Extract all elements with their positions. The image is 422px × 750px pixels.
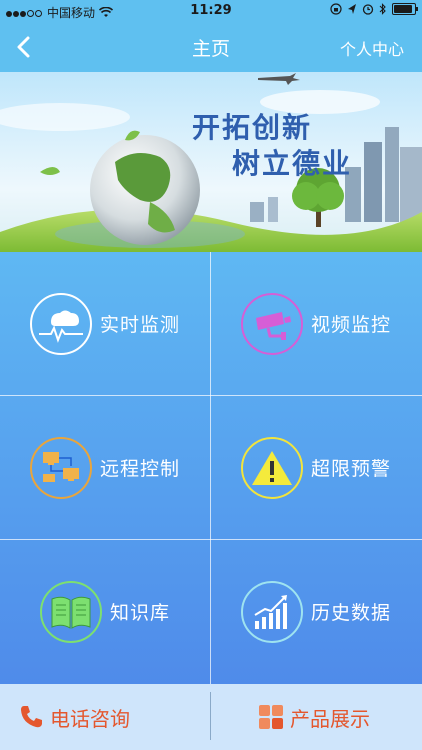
bottom-bar: 电话咨询 产品展示 xyxy=(0,684,422,750)
banner-slogan-line1: 开拓创新 xyxy=(192,111,312,144)
menu-item-label: 远程控制 xyxy=(99,458,180,480)
status-right xyxy=(330,3,418,15)
cloud-heartbeat-icon xyxy=(29,292,92,355)
product-showcase-label: 产品展示 xyxy=(290,706,370,731)
status-bar: 中国移动 11:29 xyxy=(0,0,422,22)
menu-item-remote-control[interactable]: 远程控制 xyxy=(0,396,210,539)
menu-item-knowledge-base[interactable]: 知识库 xyxy=(0,540,210,683)
book-icon xyxy=(39,580,102,643)
warning-icon xyxy=(240,436,303,499)
camera-icon xyxy=(240,292,303,355)
menu-item-label: 视频监控 xyxy=(310,314,391,336)
battery-icon xyxy=(392,3,418,15)
chart-icon xyxy=(240,580,303,643)
location-icon xyxy=(348,4,356,14)
banner-slogan-line2: 树立德业 xyxy=(232,147,352,180)
navigation-bar: 主页 个人中心 xyxy=(0,22,422,72)
network-computers-icon xyxy=(29,436,92,499)
menu-item-historical-data[interactable]: 历史数据 xyxy=(211,540,421,683)
menu-item-video-surveillance[interactable]: 视频监控 xyxy=(211,252,421,395)
banner: 开拓创新 树立德业 xyxy=(0,72,422,252)
menu-item-label: 知识库 xyxy=(109,602,170,624)
menu-item-label: 历史数据 xyxy=(310,602,391,624)
lock-rotation-icon xyxy=(330,3,342,15)
alarm-icon xyxy=(362,4,374,15)
menu-grid: 实时监测 视频监控 远程控制 超限预警 知识库 历史数据 xyxy=(0,252,422,684)
phone-consult-label: 电话咨询 xyxy=(50,706,130,731)
product-grid-icon xyxy=(259,705,283,729)
bottom-divider xyxy=(210,692,211,740)
bluetooth-icon xyxy=(379,3,386,15)
menu-item-label: 超限预警 xyxy=(310,458,391,480)
product-showcase-button[interactable]: 产品展示 xyxy=(258,684,370,750)
menu-item-label: 实时监测 xyxy=(99,314,180,336)
user-center-link[interactable]: 个人中心 xyxy=(340,36,404,60)
banner-illustration: 开拓创新 树立德业 xyxy=(0,72,422,252)
menu-item-realtime-monitoring[interactable]: 实时监测 xyxy=(0,252,210,395)
phone-icon xyxy=(21,706,42,728)
menu-item-overlimit-warning[interactable]: 超限预警 xyxy=(211,396,421,539)
phone-consult-button[interactable]: 电话咨询 xyxy=(18,684,130,750)
